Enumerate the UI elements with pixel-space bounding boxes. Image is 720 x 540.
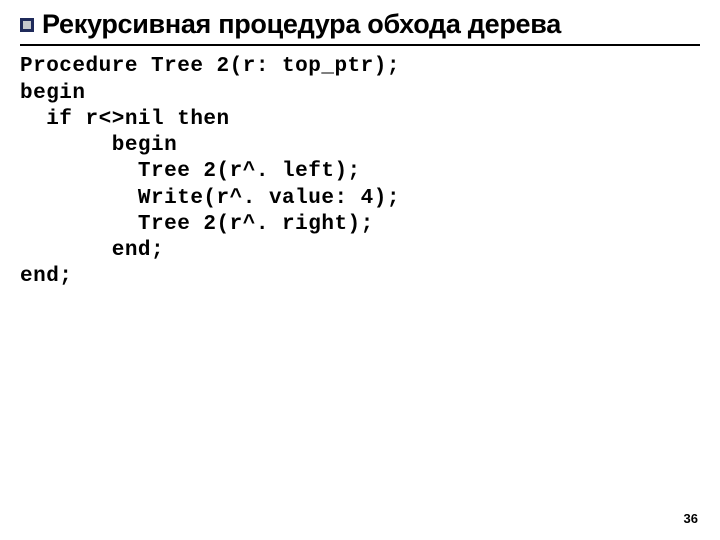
code-line: begin: [20, 82, 86, 105]
page-title: Рекурсивная процедура обхода дерева: [42, 8, 700, 40]
code-line: Tree 2(r^. left);: [20, 160, 361, 183]
code-line: end;: [20, 239, 164, 262]
code-line: Tree 2(r^. right);: [20, 213, 374, 236]
code-line: if r<>nil then: [20, 108, 230, 131]
code-line: begin: [20, 134, 177, 157]
code-line: Write(r^. value: 4);: [20, 187, 400, 210]
code-line: Procedure Tree 2(r: top_ptr);: [20, 55, 400, 78]
page-number: 36: [684, 511, 698, 526]
title-divider: [20, 44, 700, 46]
code-block: Procedure Tree 2(r: top_ptr); begin if r…: [20, 54, 700, 290]
title-wrap: Рекурсивная процедура обхода дерева: [20, 8, 700, 40]
bullet-icon: [20, 18, 34, 32]
code-line: end;: [20, 265, 72, 288]
slide-container: Рекурсивная процедура обхода дерева Proc…: [0, 0, 720, 540]
